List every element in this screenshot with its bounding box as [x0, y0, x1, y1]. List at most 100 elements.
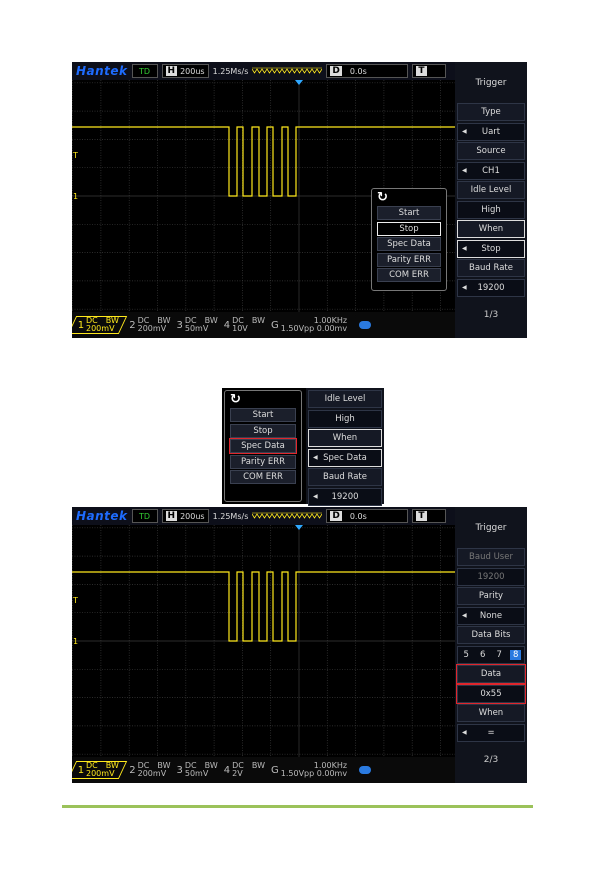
cell-label: Idle Level: [324, 394, 366, 404]
menu-cell[interactable]: ◀ Stop: [457, 239, 525, 258]
channel-2-status[interactable]: 2 DC BW 200mV: [127, 762, 170, 778]
channel-3-status[interactable]: 3 DC BW 50mV: [175, 762, 218, 778]
trigger-level-display[interactable]: T: [412, 64, 447, 78]
menu-cell[interactable]: 5678: [457, 645, 525, 664]
status-bar: Hantek TD H 200us 1.25Ms/s D 0.0s T: [72, 507, 455, 525]
cell-label: High: [481, 204, 501, 215]
channel-status-bar: 1 DC BW 200mV 2 DC BW 200mV 3 DC BW 50mV 4 DC BW 10V G 1.…: [72, 312, 455, 338]
menu-item[interactable]: Parity ERR: [377, 252, 441, 267]
menu-cell[interactable]: 19200: [457, 567, 525, 586]
channel-settings: DC BW 200mV: [138, 762, 171, 778]
t-label: T: [416, 511, 427, 521]
scale: 50mV: [184, 769, 209, 778]
menu-cell[interactable]: High: [308, 409, 382, 428]
menu-item[interactable]: COM ERR: [230, 470, 296, 484]
menu-page-indicator[interactable]: 2/3: [455, 755, 527, 765]
menu-cell: Idle Level: [308, 390, 382, 408]
menu-cell[interactable]: 0x55: [456, 683, 526, 704]
when-popup-menu: ↻ Start Stop Spec Data Parity ERR COM ERR: [371, 188, 447, 291]
timebase: 200us: [180, 511, 205, 521]
trigger-level-marker: T: [72, 151, 78, 160]
cell-label: High: [335, 413, 355, 424]
channel-settings: DC BW 50mV: [185, 317, 218, 333]
channel-1-status[interactable]: 1 DC BW 200mV: [72, 761, 128, 779]
menu-title: Trigger: [475, 523, 507, 533]
data-bits-option[interactable]: 7: [494, 650, 505, 660]
channel-number: 3: [176, 764, 183, 776]
trigger-menu-panel: Idle Level High When ◀ Spec Data Baud Rate ◀ 19…: [306, 388, 384, 507]
channel-status-bar: 1 DC BW 200mV 2 DC BW 200mV 3 DC BW 50mV 4 DC BW 2V G 1.0…: [72, 757, 455, 783]
generator-label: G: [271, 319, 279, 331]
waveform-overview-icon: [252, 512, 323, 519]
data-bits-option[interactable]: 6: [477, 650, 488, 660]
channel-number: 4: [223, 764, 231, 776]
cell-label: When: [478, 224, 504, 234]
channel-settings: DC BW 50mV: [185, 762, 218, 778]
menu-cell[interactable]: ◀ 19200: [308, 487, 382, 506]
menu-cell[interactable]: ◀ Spec Data: [308, 448, 382, 467]
trigger-level-marker: T: [72, 596, 78, 605]
data-bits-option[interactable]: 8: [510, 649, 522, 660]
channel-4-status[interactable]: 4 DC BW 10V: [222, 317, 265, 333]
channel-2-status[interactable]: 2 DC BW 200mV: [127, 317, 170, 333]
cell-label: 0x55: [480, 688, 502, 699]
trigger-status: TD: [131, 509, 158, 523]
cell-label: Data: [480, 669, 502, 679]
menu-item[interactable]: Stop: [377, 221, 441, 236]
footer-divider: [62, 805, 533, 808]
data-bits-option[interactable]: 5: [461, 650, 472, 660]
menu-cell[interactable]: ◀ =: [457, 723, 525, 742]
menu-item[interactable]: Stop: [230, 423, 296, 438]
hantek-logo: Hantek: [76, 64, 128, 78]
data-bits-selector[interactable]: 5678: [458, 649, 524, 660]
menu-cell: When: [308, 429, 382, 447]
menu-cells: Baud User 19200 Parity ◀ None Data Bits 5 6 7 8 Da…: [456, 548, 526, 743]
channel-4-status[interactable]: 4 DC BW 2V: [222, 762, 265, 778]
trigger-status: TD: [131, 64, 158, 78]
menu-cell[interactable]: ◀ Uart: [457, 122, 525, 141]
generator-status[interactable]: G 1.00KHz 1.50Vpp 0.00mv: [269, 762, 347, 778]
trigger-level-display[interactable]: T: [412, 509, 447, 523]
usb-icon: [359, 321, 372, 329]
left-arrow-icon: ◀: [462, 284, 467, 291]
t-label: T: [416, 66, 427, 76]
cell-label: CH1: [482, 165, 500, 176]
delay: 0.0s: [349, 66, 367, 76]
left-arrow-icon: ◀: [462, 128, 467, 135]
ch1-ground-marker: 1: [73, 192, 78, 201]
menu-cells: Idle Level High When ◀ Spec Data Baud Rate ◀ 19…: [308, 390, 382, 507]
menu-cell[interactable]: High: [457, 200, 525, 219]
menu-cells: Type ◀ Uart Source ◀ CH1 Idle Level High When ◀ St…: [457, 103, 525, 298]
status-bar: Hantek TD H 200us 1.25Ms/s D 0.0s T: [72, 62, 455, 80]
generator-status[interactable]: G 1.00KHz 1.50Vpp 0.00mv: [269, 317, 347, 333]
menu-item[interactable]: Parity ERR: [230, 454, 296, 469]
channel-number: 3: [176, 319, 183, 331]
menu-cell[interactable]: ◀ 19200: [457, 278, 525, 297]
delay-display[interactable]: D 0.0s: [326, 64, 409, 78]
usb-icon: [359, 766, 372, 774]
channel-settings: DC BW 200mV: [86, 316, 119, 333]
menu-cell[interactable]: ◀ None: [457, 606, 525, 625]
menu-item[interactable]: Start: [230, 408, 296, 422]
d-label: D: [330, 66, 342, 76]
menu-cell: When: [457, 704, 525, 722]
menu-item[interactable]: Spec Data: [377, 237, 441, 251]
gen-amplitude: 1.50Vpp 0.00mv: [280, 769, 348, 778]
scale: 200mV: [137, 769, 167, 778]
channel-3-status[interactable]: 3 DC BW 50mV: [175, 317, 218, 333]
cell-label: =: [487, 727, 495, 738]
delay-display[interactable]: D 0.0s: [326, 509, 409, 523]
menu-item[interactable]: COM ERR: [377, 268, 441, 282]
manual-page: Hantek TD H 200us 1.25Ms/s D 0.0s T T 1 Trigger Typ…: [0, 0, 595, 893]
channel-number: 2: [129, 319, 136, 331]
timebase-display[interactable]: H 200us: [161, 509, 209, 523]
menu-item[interactable]: Spec Data: [229, 438, 297, 454]
menu-page-indicator[interactable]: 1/3: [455, 310, 527, 320]
channel-1-status[interactable]: 1 DC BW 200mV: [72, 316, 128, 334]
scale: 200mV: [86, 769, 115, 778]
timebase-display[interactable]: H 200us: [161, 64, 209, 78]
menu-cell: Baud User: [457, 548, 525, 566]
menu-item[interactable]: Start: [377, 206, 441, 220]
menu-cell: Data: [456, 664, 526, 684]
menu-cell[interactable]: ◀ CH1: [457, 161, 525, 180]
